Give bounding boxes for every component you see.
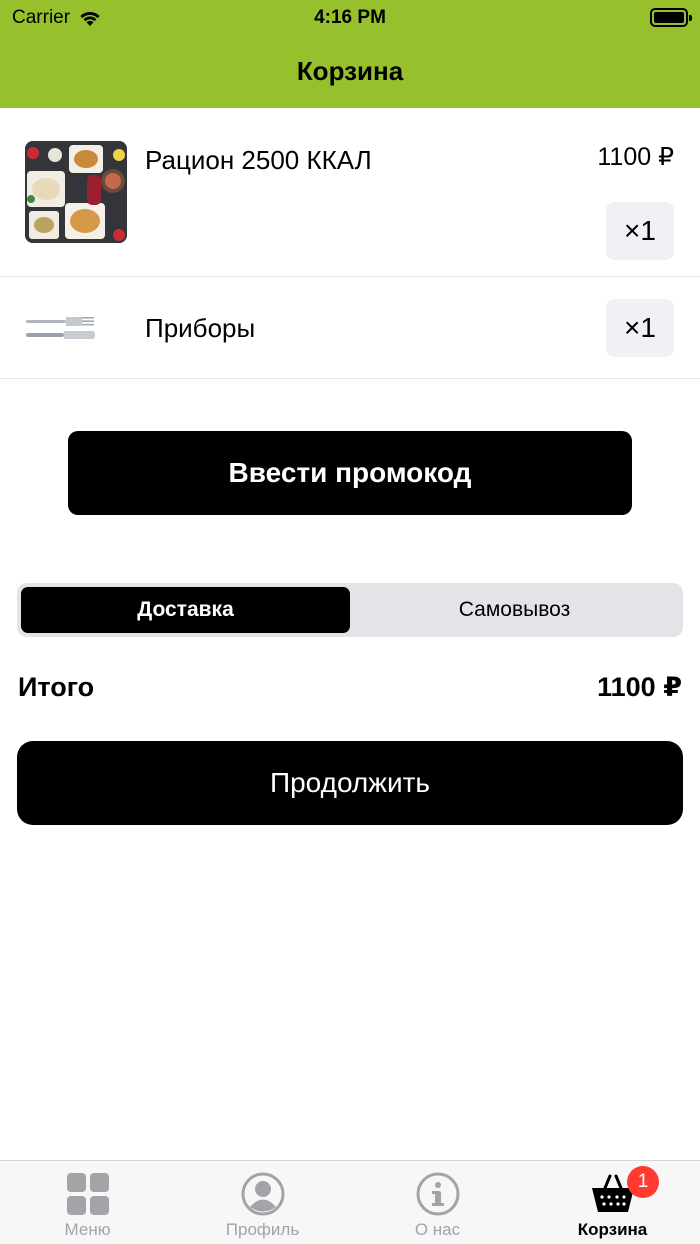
item-price: 1100 ₽ <box>597 143 674 171</box>
segment-delivery[interactable]: Доставка <box>21 587 350 633</box>
battery-icon <box>650 8 692 27</box>
tab-about[interactable]: О нас <box>350 1161 525 1244</box>
page-title: Корзина <box>296 56 404 86</box>
total-row: Итого 1100 ₽ <box>18 672 682 703</box>
nav-header: Carrier 4:16 PM Корзина <box>0 0 700 108</box>
tab-label: Профиль <box>225 1220 300 1239</box>
item-name: Приборы <box>145 313 256 343</box>
cart-count-badge: 1 <box>627 1166 659 1198</box>
tab-cart[interactable]: Корзина 1 <box>525 1161 700 1244</box>
tab-profile[interactable]: Профиль <box>175 1161 350 1244</box>
tab-label: Меню <box>64 1220 111 1239</box>
continue-button[interactable]: Продолжить <box>17 741 683 825</box>
cutlery-icon <box>26 317 95 339</box>
status-bar: Carrier 4:16 PM <box>0 0 700 36</box>
meal-plan-photo <box>25 141 127 243</box>
tab-label: О нас <box>414 1220 461 1239</box>
cart-item-meal-plan[interactable]: Рацион 2500 ККАЛ 1100 ₽ ×1 <box>0 108 700 277</box>
item-name: Рацион 2500 ККАЛ <box>145 145 372 175</box>
info-icon <box>415 1171 461 1217</box>
total-label: Итого <box>18 672 95 702</box>
promo-code-button[interactable]: Ввести промокод <box>68 431 632 515</box>
quantity-button[interactable]: ×1 <box>606 202 674 260</box>
menu-grid-icon <box>65 1171 111 1217</box>
quantity-button[interactable]: ×1 <box>606 299 674 357</box>
clock: 4:16 PM <box>314 7 386 28</box>
tab-bar: Меню Профиль О нас Корзина 1 <box>0 1160 700 1244</box>
cart-screen: Carrier 4:16 PM Корзина Рацион 2500 ККАЛ… <box>0 0 700 1244</box>
tab-label: Корзина <box>577 1220 648 1239</box>
profile-icon <box>240 1171 286 1217</box>
delivery-method-segmented-control: Доставка Самовывоз <box>17 583 683 637</box>
tab-menu[interactable]: Меню <box>0 1161 175 1244</box>
segment-pickup[interactable]: Самовывоз <box>350 587 679 633</box>
cart-item-cutlery[interactable]: Приборы ×1 <box>0 277 700 379</box>
total-value: 1100 ₽ <box>597 672 682 702</box>
